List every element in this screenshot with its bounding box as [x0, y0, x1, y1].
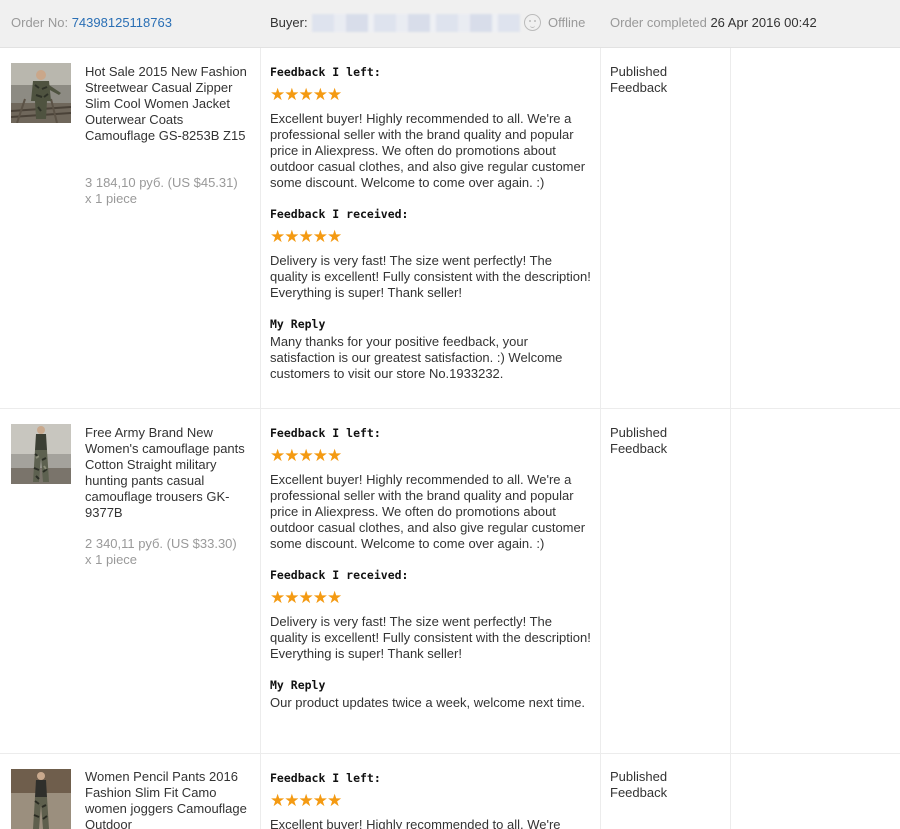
- feedback-received-stars: ★★★★★: [270, 227, 342, 246]
- order-item-row: Free Army Brand New Women's camouflage p…: [0, 409, 900, 754]
- feedback-left-label: Feedback I left:: [270, 65, 381, 79]
- order-number-group: Order No: 74398125118763: [11, 15, 172, 30]
- product-title-link[interactable]: Free Army Brand New Women's camouflage p…: [85, 425, 255, 521]
- product-price: 2 340,11 руб. (US $33.30): [85, 536, 237, 551]
- feedback-left-text: Excellent buyer! Highly recommended to a…: [270, 472, 586, 551]
- product-title-link[interactable]: Hot Sale 2015 New Fashion Streetwear Cas…: [85, 64, 255, 144]
- feedback-received-stars: ★★★★★: [270, 588, 342, 607]
- feedback-received-text: Delivery is very fast! The size went per…: [270, 253, 591, 300]
- feedback-left-label: Feedback I left:: [270, 426, 381, 440]
- feedback-left-stars: ★★★★★: [270, 85, 342, 104]
- buyer-label: Buyer:: [270, 15, 308, 30]
- offline-status-icon[interactable]: [524, 14, 541, 31]
- column-divider: [730, 754, 731, 829]
- column-divider: [730, 48, 731, 408]
- feedback-received-label: Feedback I received:: [270, 568, 409, 582]
- column-divider: [260, 409, 261, 753]
- product-thumbnail[interactable]: [11, 424, 71, 484]
- order-completed-label: Order completed: [610, 15, 707, 30]
- order-number-link[interactable]: 74398125118763: [72, 15, 172, 30]
- order-item-row: Women Pencil Pants 2016 Fashion Slim Fit…: [0, 754, 900, 829]
- feedback-status: Published Feedback: [610, 769, 668, 800]
- buyer-name-redacted: [312, 14, 520, 32]
- feedback-status: Published Feedback: [610, 425, 668, 456]
- feedback-received-text: Delivery is very fast! The size went per…: [270, 614, 591, 661]
- feedback-left-stars: ★★★★★: [270, 446, 342, 465]
- product-quantity: x 1 piece: [85, 552, 138, 567]
- feedback-left-label: Feedback I left:: [270, 771, 381, 785]
- order-completed-date: 26 Apr 2016 00:42: [710, 15, 817, 30]
- my-reply-text: Many thanks for your positive feedback, …: [270, 334, 563, 381]
- column-divider: [600, 48, 601, 408]
- product-quantity: x 1 piece: [85, 191, 138, 206]
- column-divider: [260, 754, 261, 829]
- column-divider: [260, 48, 261, 408]
- column-divider: [600, 409, 601, 753]
- order-item-row: Hot Sale 2015 New Fashion Streetwear Cas…: [0, 48, 900, 409]
- buyer-status: Offline: [548, 15, 586, 30]
- order-number-label: Order No:: [11, 15, 69, 30]
- feedback-left-text: Excellent buyer! Highly recommended to a…: [270, 817, 561, 829]
- product-thumbnail[interactable]: [11, 769, 71, 829]
- column-divider: [730, 409, 731, 753]
- feedback-section: Feedback I left: ★★★★★ Excellent buyer! …: [270, 426, 592, 711]
- feedback-left-stars: ★★★★★: [270, 791, 342, 810]
- column-divider: [600, 754, 601, 829]
- my-reply-label: My Reply: [270, 678, 326, 692]
- order-header: Order No: 74398125118763 Buyer: Offline …: [0, 0, 900, 48]
- my-reply-label: My Reply: [270, 317, 326, 331]
- feedback-status: Published Feedback: [610, 64, 668, 95]
- order-completed-info: Order completed 26 Apr 2016 00:42: [610, 15, 817, 30]
- feedback-received-label: Feedback I received:: [270, 207, 409, 221]
- feedback-section: Feedback I left: ★★★★★ Excellent buyer! …: [270, 771, 592, 829]
- my-reply-text: Our product updates twice a week, welcom…: [270, 695, 586, 710]
- product-thumbnail[interactable]: [11, 63, 71, 123]
- feedback-section: Feedback I left: ★★★★★ Excellent buyer! …: [270, 65, 592, 382]
- product-price: 3 184,10 руб. (US $45.31): [85, 175, 238, 190]
- feedback-left-text: Excellent buyer! Highly recommended to a…: [270, 111, 586, 190]
- product-title-link[interactable]: Women Pencil Pants 2016 Fashion Slim Fit…: [85, 769, 255, 829]
